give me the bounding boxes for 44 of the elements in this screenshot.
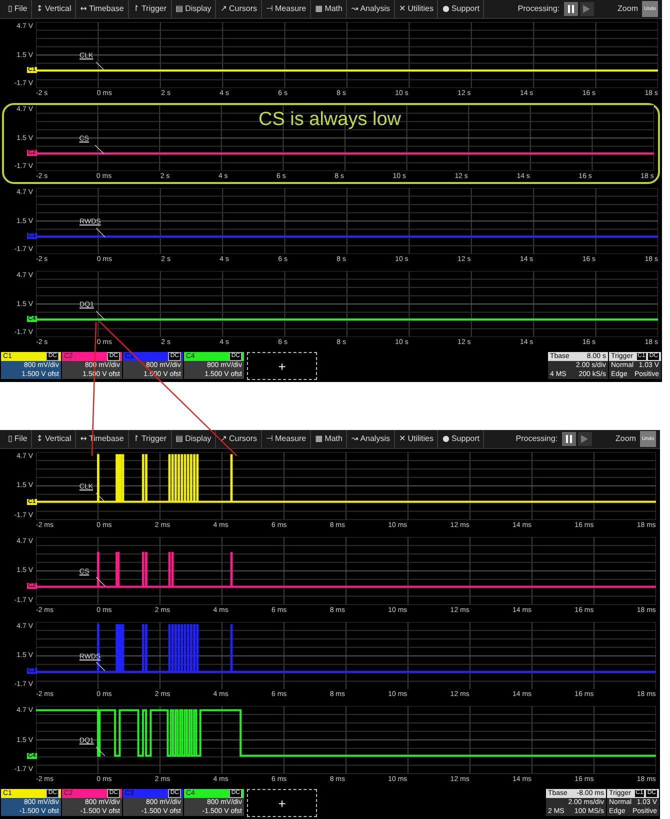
pause-button[interactable] [564,2,578,16]
zoom-label: Zoom [614,433,636,445]
leader-line [96,310,105,320]
menu-button[interactable]: ● Support [438,0,484,18]
menu-button[interactable]: ▤ Display [172,430,216,448]
play-button[interactable] [578,432,592,446]
add-channel-button[interactable]: + [247,352,317,380]
leader-line [95,144,104,154]
menu-button[interactable]: ▯ File [4,430,32,448]
menu-button[interactable]: ▯ File [4,0,32,18]
menu-button[interactable]: ▤ Display [172,0,216,18]
leader-line [96,577,105,586]
processing-label: Processing: [516,433,558,445]
zoom-label: Zoom [616,3,638,15]
callout-text: CS is always low [258,110,402,130]
menu-button[interactable]: ⊣ Measure [262,430,312,448]
menu-button[interactable]: ↾ Trigger [128,430,172,448]
menu-button[interactable]: ↝ Analysis [347,430,395,448]
leader-line [96,62,105,71]
play-button[interactable] [580,2,594,16]
menu-button[interactable]: ↕ Vertical [32,430,76,448]
menu-button[interactable]: ▦ Math [311,430,348,448]
menu-button[interactable]: ↾ Trigger [128,0,172,18]
menu-button[interactable]: ↝ Analysis [347,0,395,18]
menu-button[interactable]: ⊣ Measure [262,0,312,18]
menu-button[interactable]: ✕ Utilities [394,430,438,448]
menu-button[interactable]: ↕ Vertical [32,0,76,18]
processing-label: Processing: [518,3,560,15]
leader-line [96,492,105,502]
menu-button[interactable]: ● Support [438,430,484,448]
menu-button[interactable]: ↗ Cursors [216,0,262,18]
play-icon [581,435,588,443]
pause-icon [566,5,575,13]
menu-button[interactable]: ↔ Timebase [76,0,129,18]
leader-line [96,228,105,237]
menu-button[interactable]: ▦ Math [311,0,348,18]
menu-button[interactable]: ↗ Cursors [216,430,262,448]
leader-line [96,746,105,756]
play-icon [583,5,590,13]
pause-icon [564,435,573,443]
add-channel-button[interactable]: + [247,789,317,817]
menu-button[interactable]: ✕ Utilities [394,0,438,18]
pause-button[interactable] [562,432,576,446]
leader-line [96,662,105,672]
